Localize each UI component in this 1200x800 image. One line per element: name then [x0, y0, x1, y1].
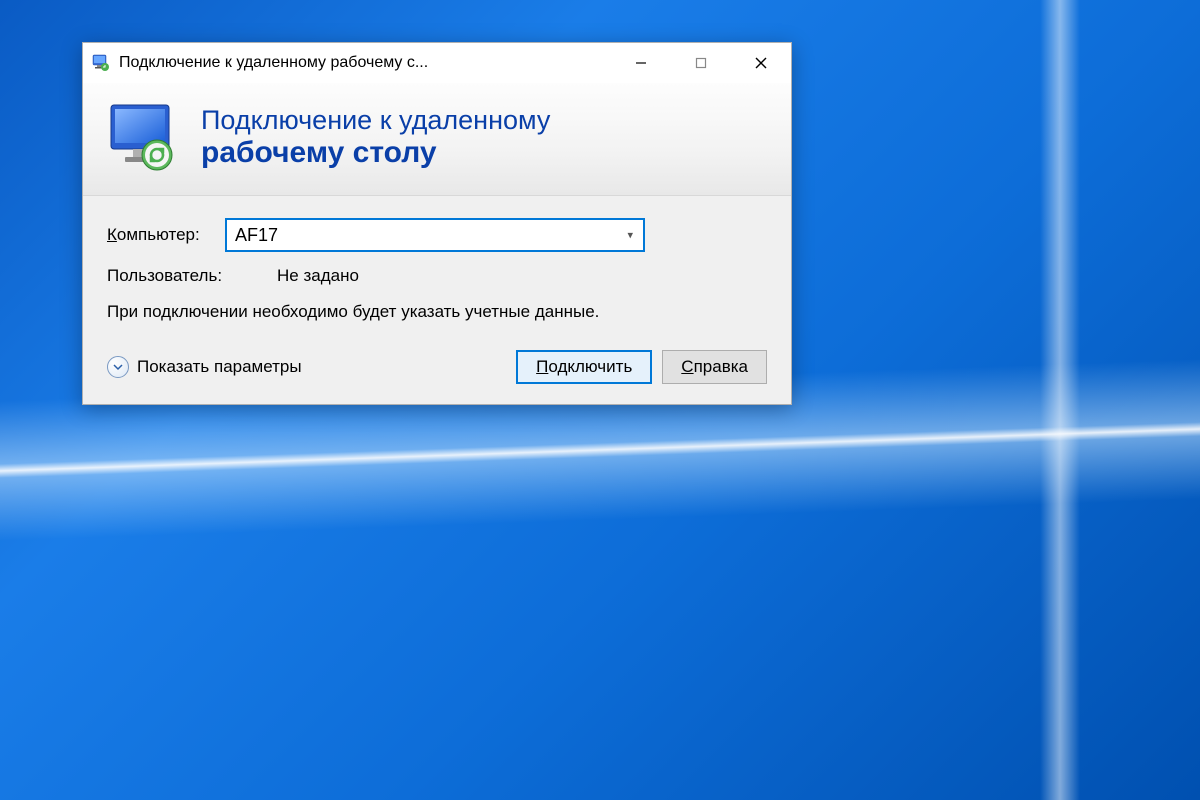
window-controls [611, 43, 791, 83]
show-options-label: Показать параметры [137, 357, 302, 377]
user-row: Пользователь: Не задано [107, 266, 767, 286]
computer-input[interactable] [235, 225, 635, 246]
close-button[interactable] [731, 43, 791, 83]
chevron-down-circle-icon [107, 356, 129, 378]
show-options-toggle[interactable]: Показать параметры [107, 356, 302, 378]
banner-text: Подключение к удаленному рабочему столу [201, 105, 550, 171]
titlebar-title: Подключение к удаленному рабочему с... [119, 54, 611, 72]
computer-label: Компьютер: [107, 225, 225, 245]
banner: Подключение к удаленному рабочему столу [83, 83, 791, 196]
monitor-icon [105, 99, 183, 177]
titlebar[interactable]: Подключение к удаленному рабочему с... [83, 43, 791, 83]
banner-line1: Подключение к удаленному [201, 105, 550, 136]
maximize-button[interactable] [671, 43, 731, 83]
computer-row: Компьютер: ▾ [107, 218, 767, 252]
chevron-down-icon[interactable]: ▾ [627, 229, 633, 242]
credentials-info: При подключении необходимо будет указать… [107, 300, 767, 324]
user-value: Не задано [277, 266, 359, 286]
connect-button[interactable]: Подключить [516, 350, 652, 384]
rdp-app-icon [91, 53, 111, 73]
form-body: Компьютер: ▾ Пользователь: Не задано При… [83, 196, 791, 336]
computer-combobox[interactable]: ▾ [225, 218, 645, 252]
desktop-light-vertical [1040, 0, 1080, 800]
user-label: Пользователь: [107, 266, 277, 286]
banner-line2: рабочему столу [201, 136, 550, 171]
footer: Показать параметры Подключить Справка [83, 336, 791, 404]
minimize-button[interactable] [611, 43, 671, 83]
help-button[interactable]: Справка [662, 350, 767, 384]
rdp-dialog: Подключение к удаленному рабочему с... [82, 42, 792, 405]
